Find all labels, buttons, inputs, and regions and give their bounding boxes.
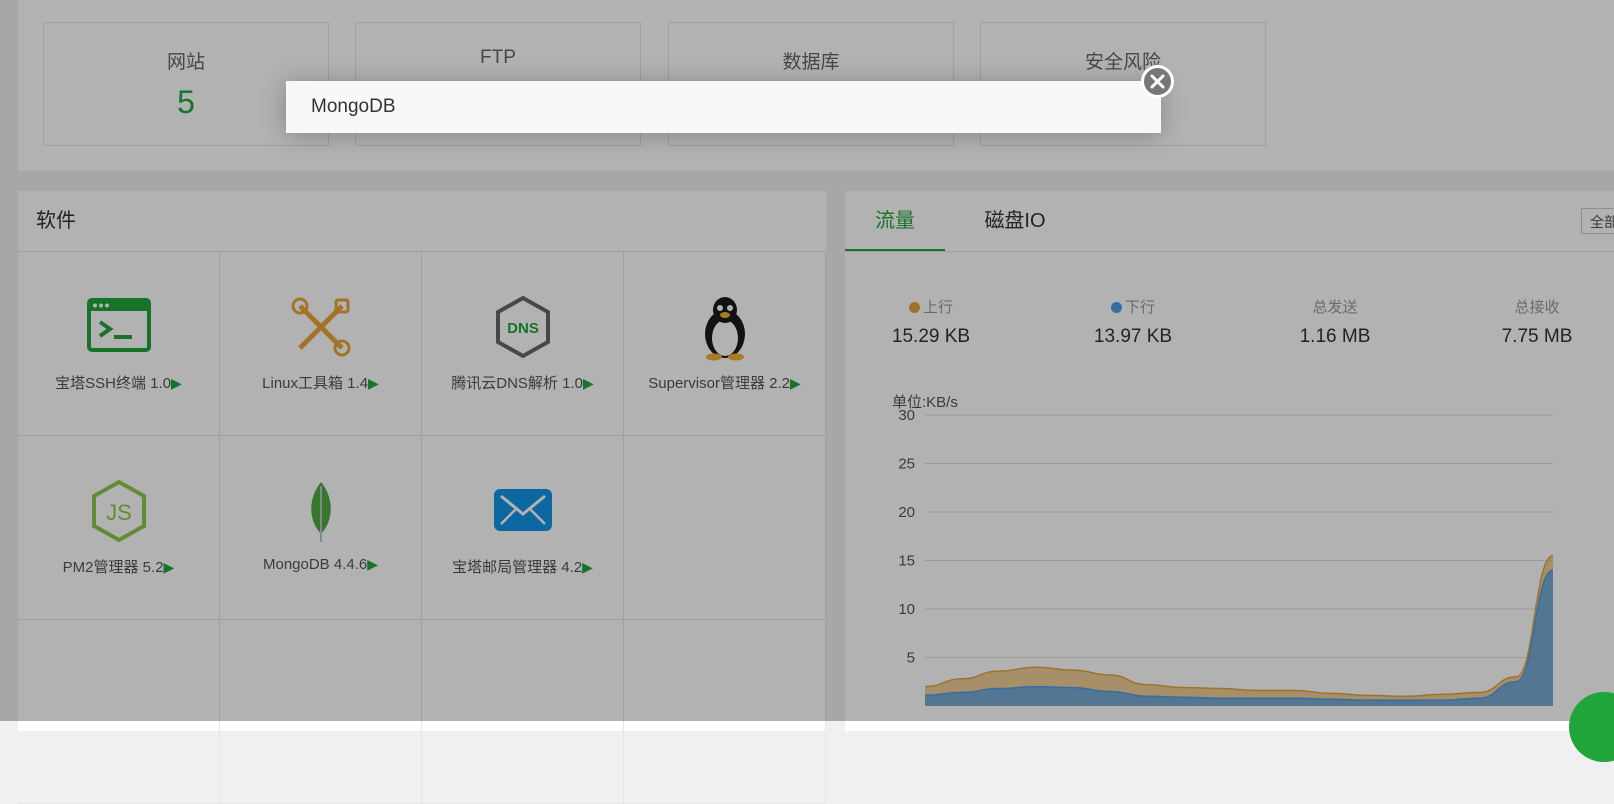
close-button[interactable] [1141,65,1174,98]
close-icon [1150,74,1165,89]
dialog-title: MongoDB [311,96,396,117]
mongodb-dialog: MongoDB [286,65,1174,133]
